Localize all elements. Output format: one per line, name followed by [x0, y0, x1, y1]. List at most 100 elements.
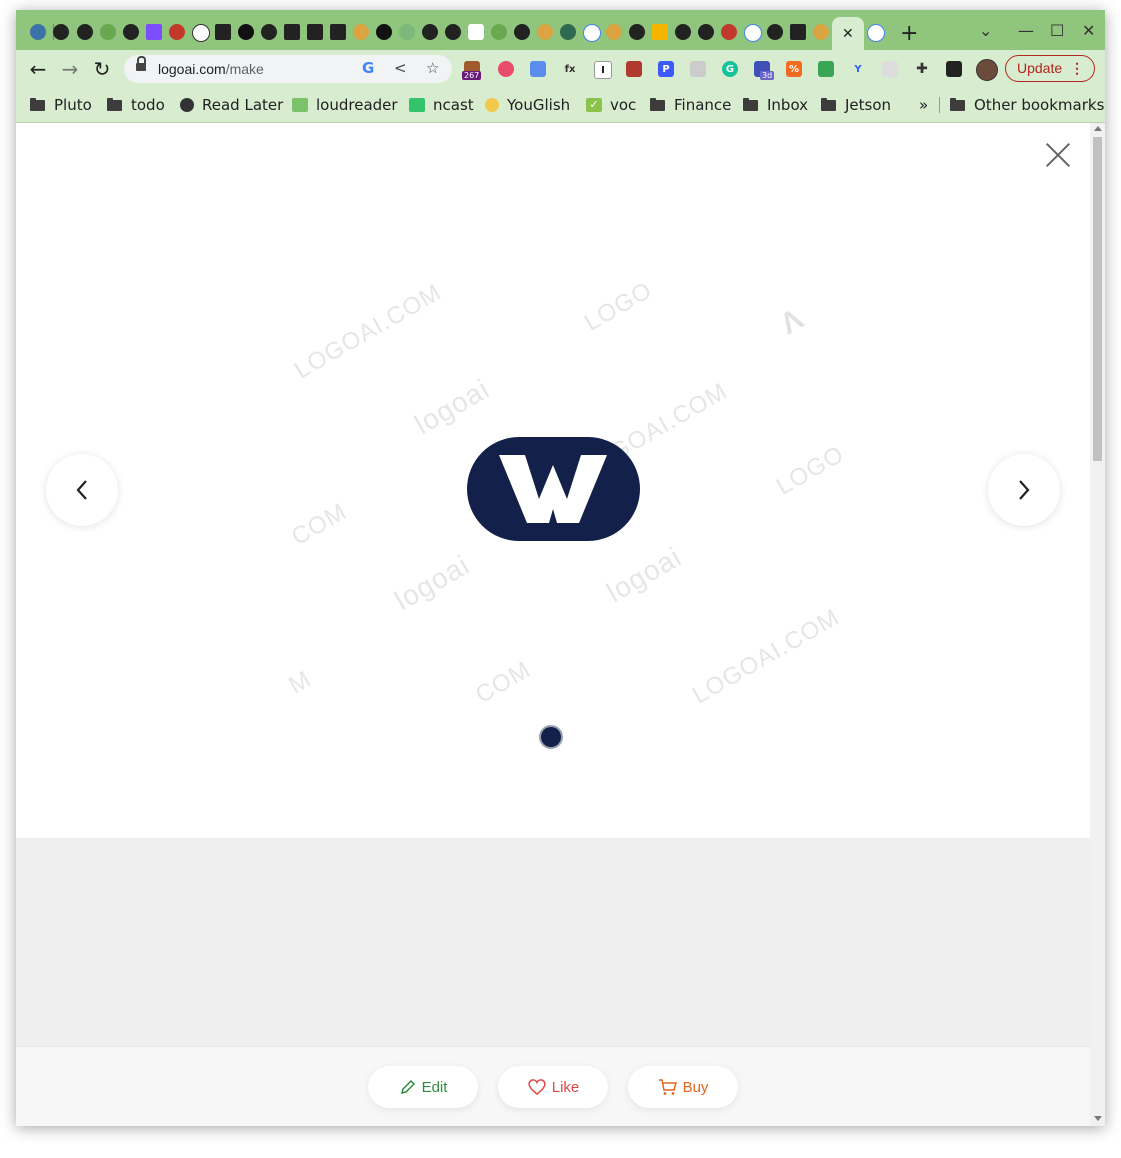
like-button[interactable]: Like — [498, 1066, 608, 1108]
github-tab-icon[interactable] — [123, 24, 139, 40]
github-tab-icon[interactable] — [629, 24, 645, 40]
n-tab-icon[interactable] — [376, 24, 392, 40]
drive-tab-icon[interactable] — [652, 24, 668, 40]
extension-pink-icon[interactable] — [498, 61, 514, 77]
panda-tab-icon[interactable] — [192, 24, 210, 42]
eye-tab-icon[interactable] — [560, 24, 576, 40]
n-tab-icon[interactable] — [238, 24, 254, 40]
globe-tab-icon[interactable] — [675, 24, 691, 40]
bookmark-todo[interactable]: todo — [107, 95, 165, 115]
watermark-text: COM — [286, 498, 352, 552]
pencil-icon — [400, 1079, 415, 1095]
chevron-right-icon — [1019, 480, 1030, 500]
bug-tab-icon[interactable] — [721, 24, 737, 40]
bookmark-jetson[interactable]: Jetson — [821, 95, 891, 115]
forward-icon[interactable]: → — [58, 57, 82, 81]
menu-dots-icon[interactable]: ⋮ — [1070, 56, 1084, 81]
maximize-icon[interactable]: ☐ — [1050, 21, 1064, 40]
stack-tab-icon[interactable] — [537, 24, 553, 40]
globe-tab-icon[interactable] — [514, 24, 530, 40]
bookmark-star-icon[interactable]: ☆ — [426, 59, 439, 77]
puzzle-icon[interactable]: ✚ — [914, 61, 930, 77]
close-viewer-icon[interactable] — [1042, 139, 1074, 171]
extension-green-icon[interactable] — [818, 61, 834, 77]
mail-tab-icon[interactable] — [146, 24, 162, 40]
extension-p-icon[interactable]: P — [658, 61, 674, 77]
watermark-text: LOGOAI.COM — [290, 278, 447, 385]
extension-cloud-icon[interactable] — [690, 61, 706, 77]
c-tab-icon[interactable] — [215, 24, 231, 40]
extension-3d-badge: 3d — [760, 71, 775, 80]
stack-tab-icon[interactable] — [353, 24, 369, 40]
google-tab-icon[interactable] — [583, 24, 601, 42]
link-tab-icon[interactable] — [100, 24, 116, 40]
bookmark-loudreader[interactable]: loudreader — [292, 95, 398, 115]
google-tab-icon[interactable] — [744, 24, 762, 42]
extension-percent-icon[interactable]: % — [786, 61, 802, 77]
profile-avatar[interactable] — [976, 59, 998, 81]
previous-button[interactable] — [46, 454, 118, 526]
bookmark-voc[interactable]: ✓ voc — [586, 95, 636, 115]
globe-tab-icon[interactable] — [445, 24, 461, 40]
minimize-icon[interactable]: — — [1018, 21, 1034, 40]
tab-close-icon[interactable]: ✕ — [842, 26, 854, 42]
extension-fx-icon[interactable]: fx — [562, 61, 578, 77]
watermark-text: COM — [470, 656, 536, 710]
extension-book-icon[interactable] — [626, 61, 642, 77]
github-tab-icon[interactable] — [698, 24, 714, 40]
stack-tab-icon[interactable] — [813, 24, 829, 40]
github-tab-icon[interactable] — [767, 24, 783, 40]
buy-button[interactable]: Buy — [628, 1066, 738, 1108]
address-bar[interactable]: logoai.com/make G < ☆ — [124, 55, 452, 83]
google-lens-icon[interactable]: G — [362, 59, 374, 77]
python-tab-icon[interactable] — [30, 24, 46, 40]
bug-tab-icon[interactable] — [169, 24, 185, 40]
github-tab-icon[interactable] — [77, 24, 93, 40]
reload-icon[interactable]: ↻ — [90, 57, 114, 81]
extension-cast-icon[interactable] — [882, 61, 898, 77]
watermark-text: LOGOAI.COM — [688, 603, 845, 710]
scroll-up-icon[interactable] — [1094, 126, 1102, 131]
new-tab-icon[interactable]: + — [900, 21, 918, 46]
globe-tab-icon[interactable] — [53, 24, 69, 40]
grammarly-icon[interactable]: G — [722, 61, 738, 77]
bookmark-youglish[interactable]: YouGlish — [485, 95, 570, 115]
bookmark-finance[interactable]: Finance — [650, 95, 731, 115]
globe-tab-icon[interactable] — [261, 24, 277, 40]
scroll-down-icon[interactable] — [1094, 1116, 1102, 1121]
back-icon[interactable]: ← — [26, 57, 50, 81]
tab-search-chevron-icon[interactable]: ⌄ — [979, 21, 992, 40]
bookmarks-overflow-button[interactable]: » — [919, 95, 928, 115]
c-tab-icon[interactable] — [330, 24, 346, 40]
watermark-brand: logoai — [389, 548, 475, 617]
extension-i-icon[interactable]: I — [594, 61, 612, 79]
bookmark-other-bookmarks[interactable]: Other bookmarks — [950, 95, 1104, 115]
folder-icon — [743, 98, 759, 112]
bookmark-read-later[interactable]: Read Later — [180, 95, 283, 115]
extension-y-icon[interactable]: Y — [850, 61, 866, 77]
extension-cap-icon[interactable] — [530, 61, 546, 77]
update-button[interactable]: Update ⋮ — [1005, 55, 1095, 82]
cube-tab-icon[interactable] — [468, 24, 484, 40]
google-tab-icon[interactable] — [867, 24, 885, 42]
watermark-text: M — [284, 665, 317, 700]
leaf-tab-icon[interactable] — [399, 24, 415, 40]
c-tab-icon[interactable] — [284, 24, 300, 40]
stack-tab-icon[interactable] — [606, 24, 622, 40]
scroll-thumb[interactable] — [1093, 137, 1102, 461]
window-close-icon[interactable]: ✕ — [1082, 21, 1095, 40]
github-tab-icon[interactable] — [422, 24, 438, 40]
edit-button[interactable]: Edit — [368, 1066, 478, 1108]
bookmark-pluto[interactable]: Pluto — [30, 95, 92, 115]
c-tab-icon[interactable] — [307, 24, 323, 40]
page-scrollbar[interactable] — [1090, 123, 1105, 1126]
bookmark-inbox[interactable]: Inbox — [743, 95, 808, 115]
terminal-tab-icon[interactable] — [790, 24, 806, 40]
link-tab-icon[interactable] — [491, 24, 507, 40]
sidepanel-icon[interactable] — [946, 61, 962, 77]
share-icon[interactable]: < — [394, 59, 407, 77]
carousel-indicator-dot[interactable] — [541, 727, 561, 747]
bookmark-ncast[interactable]: ncast — [409, 95, 474, 115]
next-button[interactable] — [988, 454, 1060, 526]
tab-strip: ✕ + ⌄ — ☐ ✕ — [16, 10, 1105, 50]
